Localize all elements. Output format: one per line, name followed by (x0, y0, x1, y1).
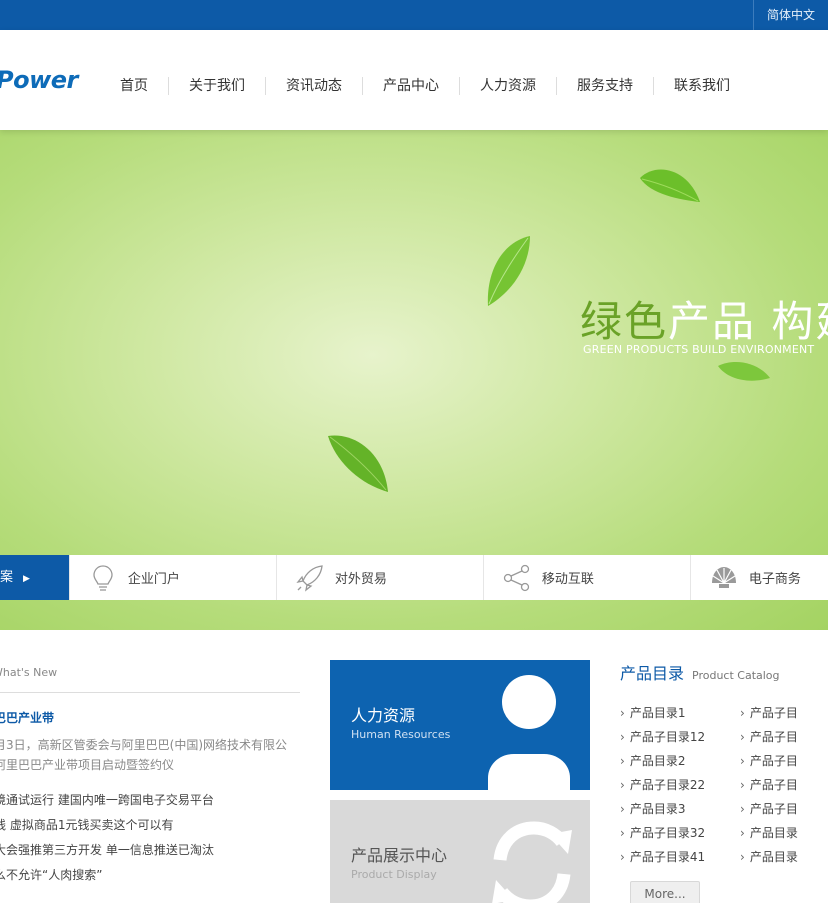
catalog-link[interactable]: 产品目录 (740, 821, 828, 845)
catalog-link[interactable]: 产品目录2 (620, 749, 740, 773)
catalog-title-en: Product Catalog (692, 669, 780, 682)
leaf-icon (487, 236, 530, 306)
leaf-icon (718, 362, 770, 381)
leaf-icon (328, 435, 388, 492)
solution-strip: 案 ▶ 企业门户 对外贸易 移动互联 电子商务 (0, 555, 828, 600)
catalog-link[interactable]: 产品子目 (740, 701, 828, 725)
language-switch[interactable]: 简体中文 (753, 0, 828, 30)
strip-item-ecommerce[interactable]: 电子商务 (689, 555, 828, 600)
news-headline[interactable]: 巴巴产业带 (0, 709, 300, 726)
news-list: 境通试运行 建国内唯一跨国电子交易平台 线 虚拟商品1元钱买卖这个可以有 大会强… (0, 788, 300, 888)
catalog-link[interactable]: 产品目录3 (620, 797, 740, 821)
news-summary-line: 月3日，高新区管委会与阿里巴巴(中国)网络技术有限公 (0, 738, 288, 752)
catalog-link[interactable]: 产品子目录22 (620, 773, 740, 797)
catalog-link[interactable]: 产品子目 (740, 749, 828, 773)
nav-item-about[interactable]: 关于我们 (169, 72, 265, 100)
product-catalog: 产品目录 Product Catalog 产品目录1 产品子目录12 产品目录2 … (620, 660, 828, 869)
news-section-title: What's New (0, 660, 300, 693)
product-tile-subtitle: Product Display (351, 868, 437, 881)
main-nav: 首页 关于我们 资讯动态 产品中心 人力资源 服务支持 联系我们 (100, 72, 750, 100)
news-summary-line: 阿里巴巴产业带项目启动暨签约仪 (0, 758, 175, 772)
catalog-link[interactable]: 产品子目录32 (620, 821, 740, 845)
strip-active-label: 案 (0, 570, 14, 585)
catalog-link[interactable]: 产品子目录12 (620, 725, 740, 749)
nav-item-hr[interactable]: 人力资源 (460, 72, 556, 100)
banner-headline-green: 绿色 (580, 297, 669, 346)
catalog-link[interactable]: 产品目录 (740, 845, 828, 869)
share-icon (503, 564, 530, 591)
news-list-item[interactable]: 么不允许“人肉搜索” (0, 863, 300, 888)
catalog-link[interactable]: 产品子目 (740, 773, 828, 797)
lightbulb-icon (93, 564, 113, 591)
page: 简体中文 Power 首页 关于我们 资讯动态 产品中心 人力资源 服务支持 联… (0, 0, 828, 903)
top-bar: 简体中文 (0, 0, 828, 30)
caret-right-icon: ▶ (23, 574, 30, 584)
strip-item-label: 电子商务 (748, 572, 801, 587)
refresh-icon (492, 821, 572, 903)
rocket-icon (296, 564, 323, 592)
person-icon (488, 675, 570, 790)
shell-icon (711, 566, 736, 588)
news-list-item[interactable]: 大会强推第三方开发 单一信息推送已淘汰 (0, 838, 300, 863)
nav-item-contact[interactable]: 联系我们 (654, 72, 750, 100)
banner-headline: 绿色产品 构建 (580, 288, 828, 349)
catalog-link[interactable]: 产品子目 (740, 797, 828, 821)
hr-tile[interactable]: 人力资源 Human Resources (330, 660, 590, 790)
catalog-columns: 产品目录1 产品子目录12 产品目录2 产品子目录22 产品目录3 产品子目录3… (620, 701, 828, 869)
strip-item-mobile[interactable]: 移动互联 (482, 555, 690, 600)
leaf-icon (640, 169, 700, 202)
hr-tile-subtitle: Human Resources (351, 728, 451, 741)
catalog-more-button[interactable]: More... (630, 881, 700, 903)
strip-item-label: 移动互联 (541, 572, 594, 587)
strip-item-label: 企业门户 (127, 572, 180, 587)
nav-item-home[interactable]: 首页 (100, 72, 168, 100)
logo[interactable]: Power (0, 66, 78, 94)
nav-item-news[interactable]: 资讯动态 (266, 72, 362, 100)
news-list-item[interactable]: 线 虚拟商品1元钱买卖这个可以有 (0, 813, 300, 838)
catalog-column: 产品子目 产品子目 产品子目 产品子目 产品子目 产品目录 产品目录 (740, 701, 828, 869)
nav-item-products[interactable]: 产品中心 (363, 72, 459, 100)
news-summary: 月3日，高新区管委会与阿里巴巴(中国)网络技术有限公 阿里巴巴产业带项目启动暨签… (0, 735, 300, 775)
strip-item-portal[interactable]: 企业门户 (68, 555, 276, 600)
news-list-item[interactable]: 境通试运行 建国内唯一跨国电子交易平台 (0, 788, 300, 813)
banner-subtitle: GREEN PRODUCTS BUILD ENVIRONMENT (583, 343, 815, 356)
product-display-tile[interactable]: 产品展示中心 Product Display (330, 800, 590, 903)
strip-item-trade[interactable]: 对外贸易 (275, 555, 483, 600)
catalog-header: 产品目录 Product Catalog (620, 660, 828, 690)
hr-tile-title: 人力资源 (351, 706, 416, 725)
nav-item-service[interactable]: 服务支持 (557, 72, 653, 100)
product-tile-title: 产品展示中心 (351, 846, 448, 865)
banner-headline-white: 产品 构建 (668, 297, 828, 346)
catalog-title: 产品目录 (620, 664, 685, 683)
strip-active-tab[interactable]: 案 ▶ (0, 555, 69, 600)
catalog-column: 产品目录1 产品子目录12 产品目录2 产品子目录22 产品目录3 产品子目录3… (620, 701, 740, 869)
site-header: Power 首页 关于我们 资讯动态 产品中心 人力资源 服务支持 联系我们 (0, 30, 828, 130)
news-section: What's New 巴巴产业带 月3日，高新区管委会与阿里巴巴(中国)网络技术… (0, 660, 300, 888)
catalog-link[interactable]: 产品目录1 (620, 701, 740, 725)
strip-item-label: 对外贸易 (334, 572, 387, 587)
catalog-link[interactable]: 产品子目录41 (620, 845, 740, 869)
catalog-link[interactable]: 产品子目 (740, 725, 828, 749)
